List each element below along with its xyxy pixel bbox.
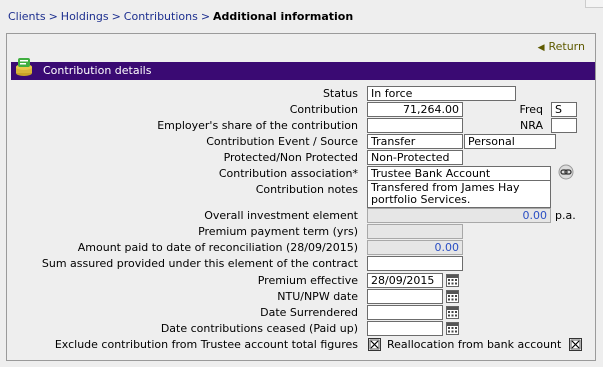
- overall-investment-label: Overall investment element: [204, 209, 358, 222]
- reallocation-label: Reallocation from bank account: [387, 338, 562, 351]
- premium-effective-label: Premium effective: [257, 274, 358, 287]
- event-source-label: Contribution Event / Source: [206, 135, 358, 148]
- freq-field[interactable]: S: [551, 102, 577, 117]
- premium-term-field: [367, 224, 463, 239]
- breadcrumb-contributions[interactable]: Contributions: [124, 10, 198, 23]
- calendar-icon[interactable]: [446, 322, 459, 335]
- employer-share-label: Employer's share of the contribution: [157, 119, 358, 132]
- sum-assured-label: Sum assured provided under this element …: [41, 257, 358, 270]
- premium-term-label: Premium payment term (yrs): [198, 225, 358, 238]
- breadcrumb-separator: >: [111, 10, 121, 23]
- date-ceased-input[interactable]: [367, 321, 443, 336]
- overall-investment-field: 0.00: [367, 208, 551, 223]
- contribution-details-icon: [13, 56, 35, 78]
- exclude-trustee-label: Exclude contribution from Trustee accoun…: [54, 338, 358, 351]
- return-link[interactable]: ◀ Return: [538, 40, 585, 53]
- sum-assured-input[interactable]: [367, 256, 463, 271]
- ntu-npw-input[interactable]: [367, 289, 443, 304]
- contribution-source-field[interactable]: Personal: [464, 134, 556, 149]
- exclude-trustee-checkbox[interactable]: [368, 338, 381, 351]
- breadcrumb-separator: >: [200, 10, 211, 23]
- employer-share-input[interactable]: [367, 118, 463, 133]
- status-label: Status: [322, 87, 358, 100]
- ntu-npw-label: NTU/NPW date: [277, 290, 358, 303]
- date-surrendered-label: Date Surrendered: [260, 306, 358, 319]
- contribution-panel: ◀ Return Contribution details Status In f…: [6, 33, 596, 361]
- breadcrumb-current: Additional information: [213, 10, 354, 23]
- freq-label: Freq: [519, 103, 543, 116]
- contribution-event-field[interactable]: Transfer: [367, 134, 463, 149]
- reallocation-checkbox[interactable]: [569, 338, 582, 351]
- nra-input[interactable]: [551, 118, 577, 133]
- breadcrumb: Clients > Holdings > Contributions > Additiona…: [8, 10, 353, 23]
- breadcrumb-separator: >: [48, 10, 58, 23]
- protected-label: Protected/Non Protected: [223, 151, 358, 164]
- window-corner: [585, 0, 603, 8]
- contribution-amount-input[interactable]: 71,264.00: [367, 102, 463, 117]
- amount-paid-field: 0.00: [367, 240, 463, 255]
- protected-field[interactable]: Non-Protected: [367, 150, 463, 165]
- date-ceased-label: Date contributions ceased (Paid up): [160, 322, 358, 335]
- section-header: Contribution details: [11, 58, 595, 80]
- notes-line: portfolio Services.: [371, 193, 471, 206]
- calendar-icon[interactable]: [446, 274, 459, 287]
- return-label: Return: [548, 40, 585, 53]
- association-field[interactable]: Trustee Bank Account: [367, 166, 551, 181]
- link-chain-icon[interactable]: [558, 164, 574, 180]
- amount-paid-label: Amount paid to date of reconciliation (2…: [77, 241, 358, 254]
- checkbox-x-icon: [570, 339, 581, 350]
- contribution-label: Contribution: [289, 103, 358, 116]
- notes-textarea[interactable]: Transfered from James Hay portfolio Serv…: [367, 180, 551, 208]
- pa-suffix: p.a.: [555, 209, 576, 222]
- notes-label: Contribution notes: [255, 183, 358, 196]
- status-field[interactable]: In force: [367, 86, 516, 101]
- premium-effective-input[interactable]: 28/09/2015: [367, 273, 443, 288]
- association-label: Contribution association*: [218, 167, 358, 180]
- date-surrendered-input[interactable]: [367, 305, 443, 320]
- breadcrumb-clients[interactable]: Clients: [8, 10, 46, 23]
- return-arrow-icon: ◀: [537, 43, 545, 53]
- breadcrumb-holdings[interactable]: Holdings: [61, 10, 109, 23]
- calendar-icon[interactable]: [446, 306, 459, 319]
- nra-label: NRA: [520, 119, 543, 132]
- checkbox-x-icon: [369, 339, 380, 350]
- calendar-icon[interactable]: [446, 290, 459, 303]
- section-title: Contribution details: [43, 64, 152, 77]
